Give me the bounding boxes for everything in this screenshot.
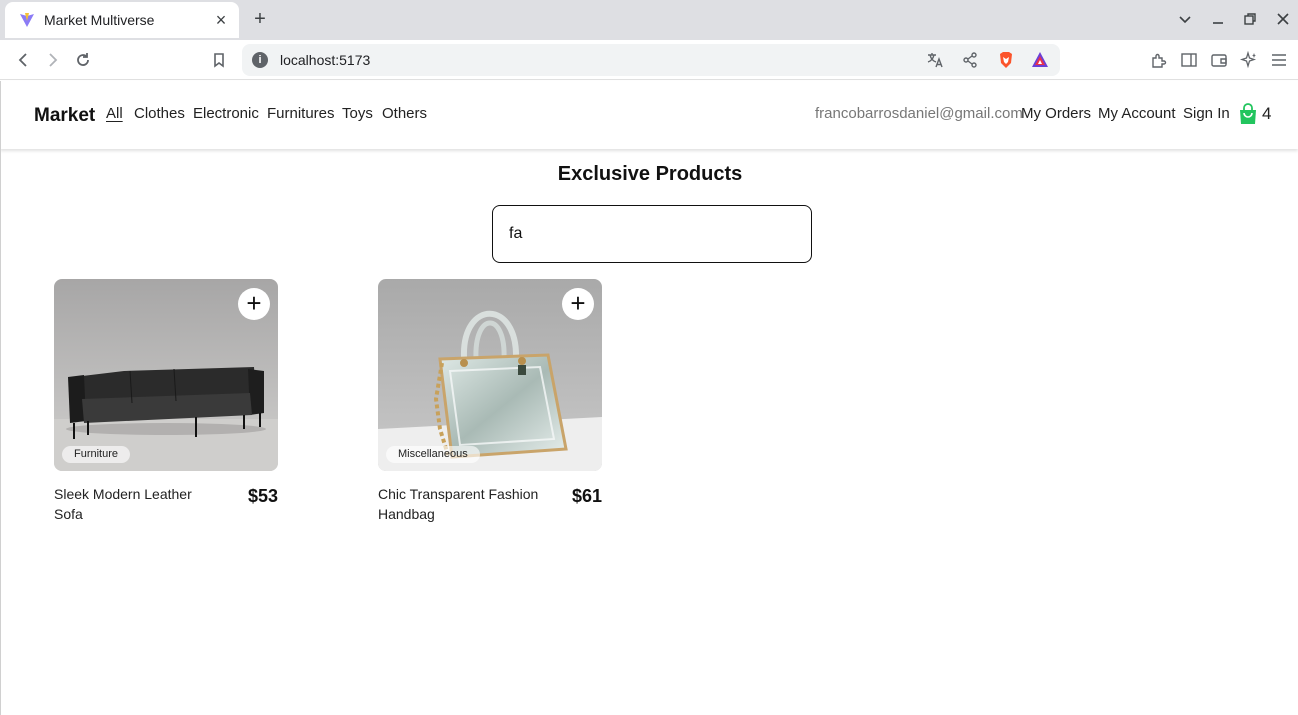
- product-image[interactable]: + Miscellaneous: [378, 279, 602, 471]
- wallet-icon[interactable]: [1209, 50, 1229, 70]
- address-bar[interactable]: i localhost:5173: [242, 44, 1060, 76]
- reload-icon[interactable]: [73, 50, 93, 70]
- page-title: Exclusive Products: [557, 163, 743, 185]
- nav-category-clothes[interactable]: Clothes: [134, 105, 185, 122]
- translate-icon[interactable]: [925, 50, 945, 70]
- shopping-cart[interactable]: 4: [1238, 103, 1271, 125]
- category-badge: Miscellaneous: [386, 446, 480, 463]
- nav-category-all[interactable]: All: [106, 105, 123, 122]
- restore-icon[interactable]: [1242, 11, 1258, 27]
- url-text: localhost:5173: [280, 52, 371, 68]
- nav-category-others[interactable]: Others: [382, 105, 427, 122]
- product-price: $61: [571, 486, 602, 506]
- product-price: $53: [247, 486, 278, 506]
- new-tab-button[interactable]: +: [250, 9, 270, 29]
- tab-close-icon[interactable]: ×: [213, 11, 229, 29]
- vite-logo-icon: [20, 13, 34, 27]
- app-navbar: Market All Clothes Electronic Furnitures…: [0, 81, 1298, 149]
- brand-logo[interactable]: Market: [34, 105, 95, 127]
- product-name: Sleek Modern Leather Sofa: [54, 486, 192, 522]
- product-image[interactable]: + Furniture: [54, 279, 278, 471]
- add-to-cart-button[interactable]: +: [562, 288, 594, 320]
- forward-icon[interactable]: [43, 50, 63, 70]
- site-info-icon[interactable]: i: [252, 52, 268, 68]
- main-content: Exclusive Products fa + Furniture Sleek …: [0, 149, 1298, 715]
- menu-icon[interactable]: [1269, 50, 1289, 70]
- sign-in-link[interactable]: Sign In: [1183, 105, 1230, 122]
- nav-category-toys[interactable]: Toys: [342, 105, 373, 122]
- close-window-icon[interactable]: [1275, 11, 1291, 27]
- tab-list-chevron-icon[interactable]: [1177, 11, 1193, 27]
- product-card[interactable]: + Furniture Sleek Modern Leather Sofa $5…: [54, 279, 278, 524]
- leo-ai-icon[interactable]: [1239, 50, 1259, 70]
- browser-tabstrip: Market Multiverse × +: [0, 0, 1298, 40]
- share-icon[interactable]: [960, 50, 980, 70]
- brave-shields-icon[interactable]: [996, 50, 1016, 70]
- bookmark-icon[interactable]: [209, 50, 229, 70]
- extensions-icon[interactable]: [1149, 50, 1169, 70]
- product-name: Chic Transparent Fashion Handbag: [378, 486, 539, 522]
- tab-title: Market Multiverse: [44, 12, 155, 28]
- product-search-input[interactable]: [492, 205, 812, 263]
- product-card[interactable]: + Miscellaneous Chic Transparent Fashion…: [378, 279, 602, 524]
- brave-rewards-icon[interactable]: [1030, 50, 1050, 70]
- nav-category-electronic[interactable]: Electronic: [193, 105, 259, 122]
- add-to-cart-button[interactable]: +: [238, 288, 270, 320]
- browser-tab[interactable]: Market Multiverse ×: [5, 2, 239, 38]
- shopping-bag-icon: [1240, 103, 1256, 124]
- category-badge: Furniture: [62, 446, 131, 463]
- my-orders-link[interactable]: My Orders: [1021, 105, 1091, 122]
- my-account-link[interactable]: My Account: [1098, 105, 1176, 122]
- sidebar-icon[interactable]: [1179, 50, 1199, 70]
- back-icon[interactable]: [13, 50, 33, 70]
- nav-category-furnitures[interactable]: Furnitures: [267, 105, 335, 122]
- cart-count: 4: [1262, 104, 1272, 123]
- browser-toolbar: i localhost:5173: [0, 40, 1298, 80]
- user-email: francobarrosdaniel@gmail.com: [815, 105, 1023, 122]
- minimize-icon[interactable]: [1210, 11, 1226, 27]
